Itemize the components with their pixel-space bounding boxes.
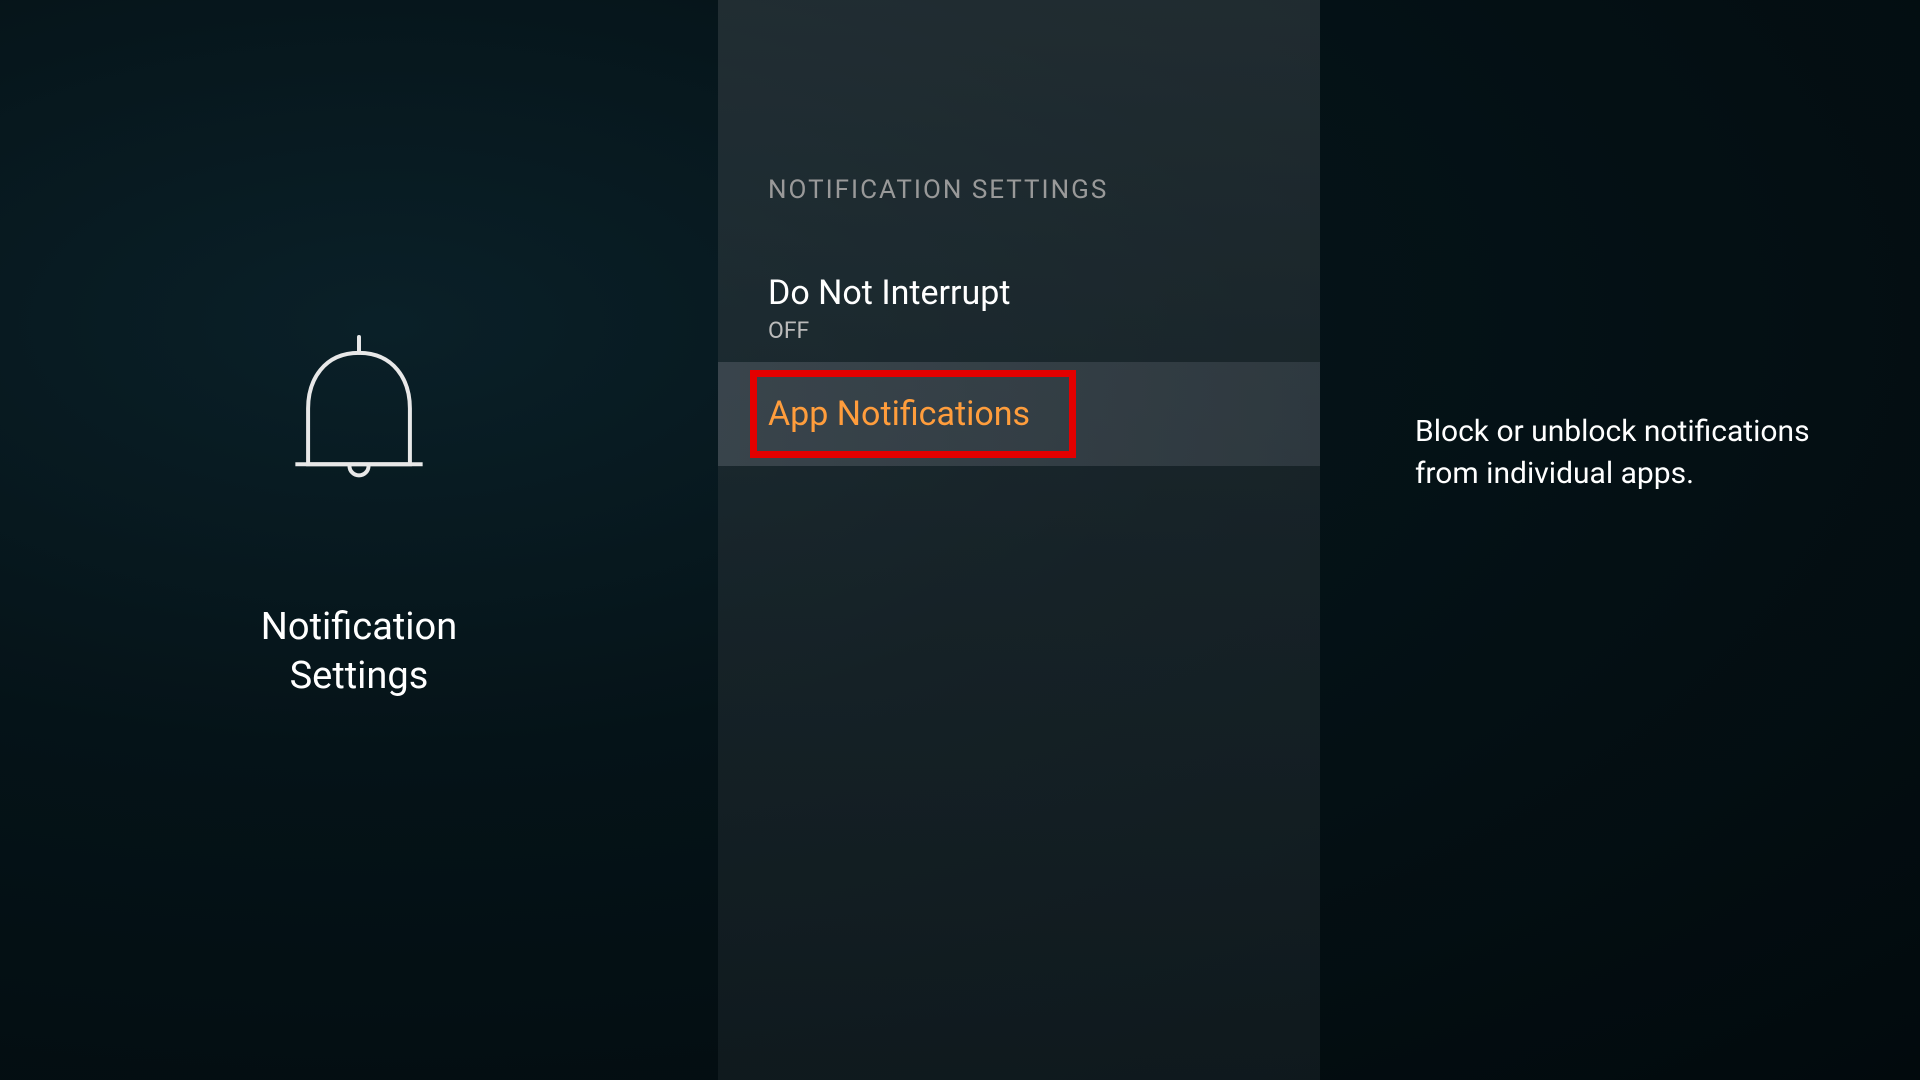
- menu-item-subtitle: OFF: [768, 317, 1270, 344]
- page-title: Notification Settings: [261, 603, 457, 702]
- settings-menu-panel: NOTIFICATION SETTINGS Do Not Interrupt O…: [718, 0, 1320, 1080]
- section-header: NOTIFICATION SETTINGS: [718, 175, 1320, 205]
- left-info-panel: Notification Settings: [0, 0, 718, 1080]
- menu-item-description: Block or unblock notifications from indi…: [1415, 411, 1860, 495]
- menu-item-do-not-interrupt[interactable]: Do Not Interrupt OFF: [718, 253, 1320, 362]
- menu-item-title: App Notifications: [768, 392, 1270, 436]
- bell-icon: [279, 329, 439, 508]
- icon-title-group: Notification Settings: [261, 329, 457, 702]
- description-panel: Block or unblock notifications from indi…: [1320, 0, 1920, 1080]
- menu-item-title: Do Not Interrupt: [768, 271, 1270, 315]
- menu-item-app-notifications[interactable]: App Notifications: [718, 362, 1320, 466]
